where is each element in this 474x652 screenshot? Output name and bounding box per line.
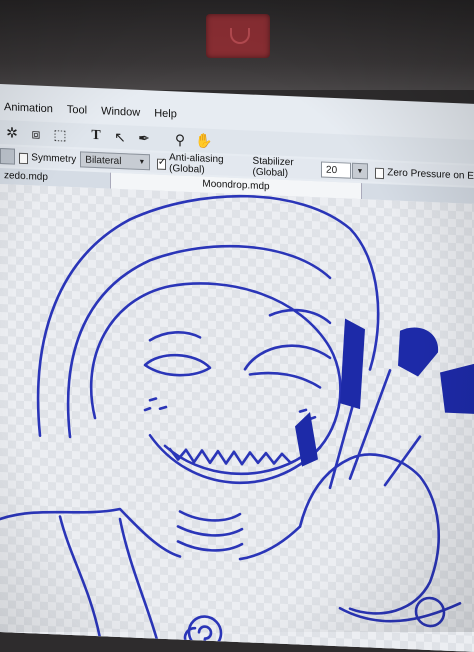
transform-icon[interactable]: ⬚ <box>50 124 70 145</box>
menu-tool[interactable]: Tool <box>67 104 87 117</box>
webcam-cover <box>206 14 270 58</box>
pen-icon[interactable]: ✒ <box>134 128 154 149</box>
symmetry-checkbox[interactable] <box>18 152 29 164</box>
drawing-canvas[interactable] <box>0 184 474 652</box>
symmetry-label: Symmetry <box>31 151 77 165</box>
stabilizer-dropdown-button[interactable]: ▼ <box>351 162 369 180</box>
monitor-bezel <box>0 0 474 90</box>
text-icon[interactable]: T <box>86 126 106 147</box>
antialias-label: Anti-aliasing (Global) <box>169 152 224 176</box>
eyedropper-icon[interactable]: ⚲ <box>170 129 190 150</box>
crop-icon[interactable]: ⧈ <box>26 123 46 144</box>
webcam-lens-icon <box>230 28 250 44</box>
character-sketch <box>0 194 474 652</box>
chevron-down-icon: ▼ <box>138 158 146 166</box>
zero-pressure-label: Zero Pressure on E <box>387 166 474 182</box>
tab-zedo[interactable]: zedo.mdp <box>4 170 48 183</box>
menu-animation[interactable]: Animation <box>4 101 53 115</box>
hand-icon[interactable]: ✋ <box>194 130 214 151</box>
options-dropdown[interactable] <box>0 148 15 165</box>
chevron-down-icon: ▼ <box>356 167 364 175</box>
stabilizer-select[interactable]: 20 <box>321 161 351 179</box>
symmetry-value: Bilateral <box>85 154 122 167</box>
app-window: Animation Tool Window Help ✲ ⧈ ⬚ T ↖ ✒ ⚲… <box>0 84 474 652</box>
select-icon[interactable]: ↖ <box>110 127 130 148</box>
stabilizer-label: Stabilizer (Global) <box>252 155 294 180</box>
symmetry-select[interactable]: Bilateral ▼ <box>80 151 151 171</box>
antialias-checkbox[interactable] <box>156 158 167 170</box>
menu-help[interactable]: Help <box>154 107 177 120</box>
zero-pressure-checkbox[interactable] <box>374 167 385 179</box>
magic-wand-icon[interactable]: ✲ <box>2 122 22 143</box>
menu-window[interactable]: Window <box>101 105 140 119</box>
stabilizer-value: 20 <box>326 164 338 176</box>
